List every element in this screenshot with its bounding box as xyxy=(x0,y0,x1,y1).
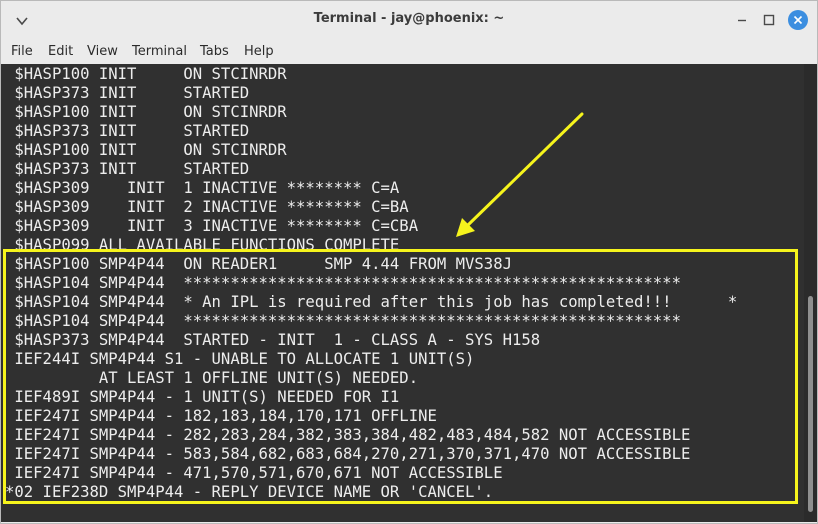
scrollbar[interactable] xyxy=(804,64,817,522)
title-bar[interactable]: Terminal - jay@phoenix: ~ xyxy=(1,1,817,38)
terminal-window: Terminal - jay@phoenix: ~ File Edit View… xyxy=(0,0,818,524)
menu-view[interactable]: View xyxy=(87,44,118,59)
minimize-icon[interactable] xyxy=(732,10,752,30)
menu-help[interactable]: Help xyxy=(244,44,274,59)
menu-tabs[interactable]: Tabs xyxy=(200,44,229,59)
terminal-output[interactable]: $HASP100 INIT ON STCINRDR $HASP373 INIT … xyxy=(1,64,804,522)
menu-bar: File Edit View Terminal Tabs Help xyxy=(1,39,817,64)
scrollbar-thumb[interactable] xyxy=(808,296,813,512)
arrow-annotation xyxy=(456,112,584,237)
menu-terminal[interactable]: Terminal xyxy=(132,44,187,59)
maximize-icon[interactable] xyxy=(759,10,779,30)
menu-edit[interactable]: Edit xyxy=(48,44,73,59)
window-title: Terminal - jay@phoenix: ~ xyxy=(313,11,505,26)
close-icon[interactable] xyxy=(788,10,808,30)
menu-file[interactable]: File xyxy=(11,44,33,59)
